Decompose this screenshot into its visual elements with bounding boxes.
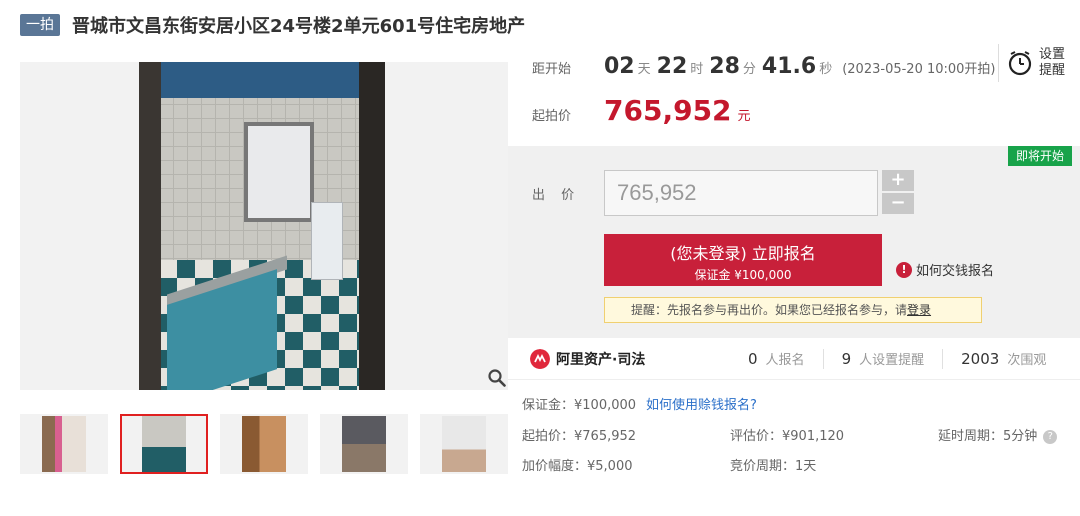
thumbnail-2-selected[interactable] [120, 414, 208, 474]
reminders-label: 人设置提醒 [859, 352, 925, 368]
page-header: 一拍 晋城市文昌东街安居小区24号楼2单元601号住宅房地产 [20, 12, 525, 38]
ali-assets-logo-icon [530, 348, 550, 369]
detail-increment: 加价幅度：¥5,000 [522, 459, 633, 474]
countdown-minutes-unit: 分 [742, 62, 756, 77]
offline-payment-link[interactable]: ! 如何交钱报名 [896, 260, 994, 279]
deposit-sublabel: 保证金 ¥100,000 [694, 268, 792, 282]
starting-price: 起拍价 765,952 元 [532, 94, 751, 127]
offline-payment-label: 如何交钱报名 [916, 264, 995, 279]
alarm-clock-icon [1008, 51, 1032, 76]
reminders-count: 9 [841, 349, 852, 368]
countdown: 距开始 02 天 22 时 28 分 41.6 秒 (2023-05-20 10… [532, 54, 996, 79]
thumbnail-4[interactable] [320, 414, 408, 474]
auction-round-badge: 一拍 [20, 14, 60, 36]
set-reminder-button[interactable]: 设置提醒 [998, 44, 1069, 82]
login-link[interactable]: 登录 [907, 303, 931, 317]
register-now-button[interactable]: (您未登录) 立即报名 保证金 ¥100,000 [604, 234, 882, 286]
thumbnail-strip [20, 414, 508, 474]
increase-bid-button[interactable]: + [882, 170, 914, 191]
detail-start-price: 起拍价：¥765,952 [522, 429, 637, 444]
help-icon[interactable]: ? [1043, 429, 1058, 444]
platform-name: 阿里资产·司法 [556, 351, 646, 368]
countdown-hours: 22 [656, 54, 688, 79]
bid-label: 出 价 [532, 188, 581, 203]
starting-price-label: 起拍价 [532, 109, 572, 124]
zoom-icon[interactable] [487, 368, 507, 388]
decrease-bid-button[interactable]: − [882, 193, 914, 214]
countdown-seconds: 41.6 [761, 54, 817, 79]
main-photo-viewer[interactable] [20, 62, 508, 390]
thumbnail-1[interactable] [20, 414, 108, 474]
auction-start-time: (2023-05-20 10:00开拍) [842, 62, 996, 77]
registrations-count: 0 [748, 349, 758, 368]
deposit-row: 保证金：¥100,000 如何使用赊钱报名? [522, 394, 757, 413]
starting-price-unit: 元 [737, 109, 751, 124]
starting-price-value: 765,952 [604, 94, 732, 127]
set-reminder-label: 设置提醒 [1039, 47, 1066, 78]
info-icon: ! [896, 261, 912, 278]
countdown-hours-unit: 时 [690, 62, 704, 77]
thumbnail-5[interactable] [420, 414, 508, 474]
deposit-amount: 保证金：¥100,000 [522, 398, 637, 413]
views-stat: 2003 次围观 [942, 348, 1064, 369]
credit-registration-link[interactable]: 如何使用赊钱报名? [646, 394, 757, 413]
thumbnail-3[interactable] [220, 414, 308, 474]
page-title: 晋城市文昌东街安居小区24号楼2单元601号住宅房地产 [72, 16, 526, 37]
stats-row: 阿里资产·司法 0 人报名 9 人设置提醒 2003 次围观 [508, 338, 1080, 380]
status-badge: 即将开始 [1007, 146, 1072, 166]
property-photo [139, 62, 385, 390]
views-label: 次围观 [1007, 352, 1047, 368]
countdown-seconds-unit: 秒 [819, 62, 833, 77]
bid-panel: 即将开始 出 价 765,952 + − (您未登录) 立即报名 保证金 ¥10… [508, 146, 1080, 338]
platform-logo: 阿里资产·司法 [530, 348, 730, 369]
notice-text: 提醒：先报名参与再出价。如果您已经报名参与，请 [631, 303, 908, 317]
registrations-label: 人报名 [765, 352, 805, 368]
views-count: 2003 [961, 349, 1000, 368]
detail-bidding-period: 竞价周期：1天 [730, 459, 817, 474]
delay-period-text: 延时周期：5分钟 [938, 429, 1038, 444]
countdown-days: 02 [604, 54, 635, 79]
countdown-days-unit: 天 [637, 62, 651, 77]
reminders-stat: 9 人设置提醒 [822, 348, 943, 369]
bid-amount-input[interactable]: 765,952 [604, 170, 878, 216]
detail-delay-period: 延时周期：5分钟? [938, 425, 1058, 444]
countdown-label: 距开始 [532, 62, 572, 77]
registrations-stat: 0 人报名 [730, 349, 823, 369]
detail-appraisal: 评估价：¥901,120 [730, 429, 845, 444]
register-now-label: (您未登录) 立即报名 [670, 244, 816, 263]
login-reminder-notice: 提醒：先报名参与再出价。如果您已经报名参与，请登录 [604, 297, 982, 323]
countdown-minutes: 28 [709, 54, 740, 79]
